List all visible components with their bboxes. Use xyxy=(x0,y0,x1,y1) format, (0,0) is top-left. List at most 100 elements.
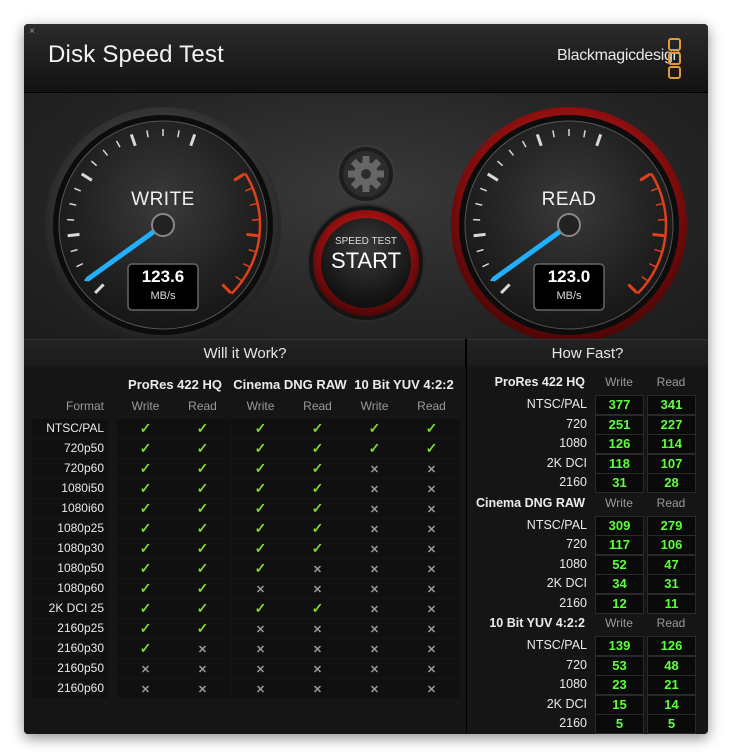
checkmark-icon: ✓ xyxy=(232,539,289,558)
cross-icon: ✕ xyxy=(346,559,403,578)
table-row: 1080p50 ✓ ✓ ✓ ✕ ✕ ✕ xyxy=(32,559,460,578)
write-fps-value: 139 xyxy=(595,636,644,656)
cross-icon: ✕ xyxy=(289,619,346,638)
close-button[interactable]: × xyxy=(27,27,37,37)
format-name: 2K DCI 25 xyxy=(32,599,108,618)
column-subheader: Read xyxy=(303,399,332,413)
checkmark-icon: ✓ xyxy=(174,439,231,458)
gauge-tick xyxy=(246,232,259,238)
speed-column-header: Write xyxy=(605,616,633,630)
cross-icon: ✕ xyxy=(232,619,289,638)
checkmark-icon: ✓ xyxy=(289,439,346,458)
speed-format-name: 2160 xyxy=(559,595,587,610)
read-fps-value: 107 xyxy=(647,453,696,474)
cross-icon: ✕ xyxy=(289,679,346,698)
write-speed-value: 123.6 xyxy=(141,267,185,286)
checkmark-icon: ✓ xyxy=(289,479,346,498)
checkmark-icon: ✓ xyxy=(174,599,231,618)
cross-icon: ✕ xyxy=(346,659,403,678)
checkmark-icon: ✓ xyxy=(117,579,174,598)
cross-icon: ✕ xyxy=(232,639,289,658)
checkmark-icon: ✓ xyxy=(174,619,231,638)
format-column-header: Format xyxy=(65,399,104,413)
table-row: 1080p60 ✓ ✓ ✕ ✕ ✕ ✕ xyxy=(32,579,460,598)
format-group-header: ProRes 422 HQ xyxy=(128,377,222,392)
format-name: 2160p50 xyxy=(32,659,108,678)
write-fps-value: 377 xyxy=(595,395,644,415)
cross-icon: ✕ xyxy=(346,519,403,538)
will-it-work-header: Will it Work? xyxy=(24,339,466,368)
speed-row: NTSC/PAL 377 341 xyxy=(467,395,708,415)
write-gauge-label: WRITE xyxy=(131,189,195,210)
read-fps-value: 5 xyxy=(647,714,696,734)
cross-icon: ✕ xyxy=(403,619,460,638)
write-fps-value: 5 xyxy=(595,714,644,734)
checkmark-icon: ✓ xyxy=(346,439,403,458)
read-fps-value: 106 xyxy=(647,535,696,555)
speed-column-header: Read xyxy=(656,495,686,510)
checkmark-icon: ✓ xyxy=(346,419,403,438)
speed-row: 720 117 106 xyxy=(467,535,708,555)
checkmark-icon: ✓ xyxy=(232,599,289,618)
write-fps-value: 52 xyxy=(595,554,644,575)
checkmark-icon: ✓ xyxy=(232,439,289,458)
checkmark-icon: ✓ xyxy=(174,419,231,438)
speed-row: 1080 23 21 xyxy=(467,675,708,695)
checkmark-icon: ✓ xyxy=(117,519,174,538)
read-fps-value: 114 xyxy=(647,434,696,454)
how-fast-header: How Fast? xyxy=(467,339,708,368)
checkmark-icon: ✓ xyxy=(232,499,289,518)
start-button-caption: SPEED TEST xyxy=(334,236,398,247)
cross-icon: ✕ xyxy=(403,579,460,598)
checkmark-icon: ✓ xyxy=(232,459,289,478)
speed-format-name: 720 xyxy=(566,416,587,431)
checkmark-icon: ✓ xyxy=(117,599,174,618)
settings-button[interactable] xyxy=(338,146,394,202)
title-bar: × Disk Speed Test Blackmagicdesign xyxy=(24,24,708,93)
speed-format-name: 720 xyxy=(566,537,587,551)
cross-icon: ✕ xyxy=(117,679,174,698)
write-fps-value: 117 xyxy=(595,535,644,555)
checkmark-icon: ✓ xyxy=(117,619,174,638)
checkmark-icon: ✓ xyxy=(232,559,289,578)
cross-icon: ✕ xyxy=(346,679,403,698)
checkmark-icon: ✓ xyxy=(289,459,346,478)
speed-format-name: 1080 xyxy=(559,436,587,450)
checkmark-icon: ✓ xyxy=(117,419,174,438)
checkmark-icon: ✓ xyxy=(232,479,289,498)
speed-column-header: Read xyxy=(656,616,686,630)
write-fps-value: 15 xyxy=(595,694,644,715)
cross-icon: ✕ xyxy=(289,559,346,578)
read-gauge-label: READ xyxy=(541,189,597,210)
speed-format-name: 2160 xyxy=(559,475,587,489)
cross-icon: ✕ xyxy=(346,579,403,598)
speed-row: 1080 52 47 xyxy=(467,554,708,575)
speed-row: 2K DCI 15 14 xyxy=(467,694,708,715)
checkmark-icon: ✓ xyxy=(232,519,289,538)
cross-icon: ✕ xyxy=(403,539,460,558)
checkmark-icon: ✓ xyxy=(117,639,174,658)
cross-icon: ✕ xyxy=(403,599,460,618)
column-subheader: Read xyxy=(417,399,446,413)
cross-icon: ✕ xyxy=(289,659,346,678)
cross-icon: ✕ xyxy=(403,459,460,478)
checkmark-icon: ✓ xyxy=(117,479,174,498)
read-fps-value: 21 xyxy=(647,675,696,695)
checkmark-icon: ✓ xyxy=(117,439,174,458)
speed-row: NTSC/PAL 139 126 xyxy=(467,636,708,656)
write-fps-value: 251 xyxy=(595,414,644,435)
speed-format-name: 1080 xyxy=(559,677,587,691)
speed-row: 2K DCI 34 31 xyxy=(467,574,708,594)
table-row: 2160p50 ✕ ✕ ✕ ✕ ✕ ✕ xyxy=(32,659,460,678)
table-row: 2160p60 ✕ ✕ ✕ ✕ ✕ ✕ xyxy=(32,679,460,698)
speed-row: 720 251 227 xyxy=(467,414,708,435)
start-button-label: START xyxy=(330,248,402,273)
column-subheader: Write xyxy=(246,399,275,413)
checkmark-icon: ✓ xyxy=(174,519,231,538)
table-row: 1080i60 ✓ ✓ ✓ ✓ ✕ ✕ xyxy=(32,499,460,518)
format-name: 2160p30 xyxy=(32,639,108,658)
format-name: 720p60 xyxy=(32,459,108,478)
checkmark-icon: ✓ xyxy=(117,539,174,558)
table-row: 1080p30 ✓ ✓ ✓ ✓ ✕ ✕ xyxy=(32,539,460,558)
speed-format-name: 720 xyxy=(566,657,587,672)
